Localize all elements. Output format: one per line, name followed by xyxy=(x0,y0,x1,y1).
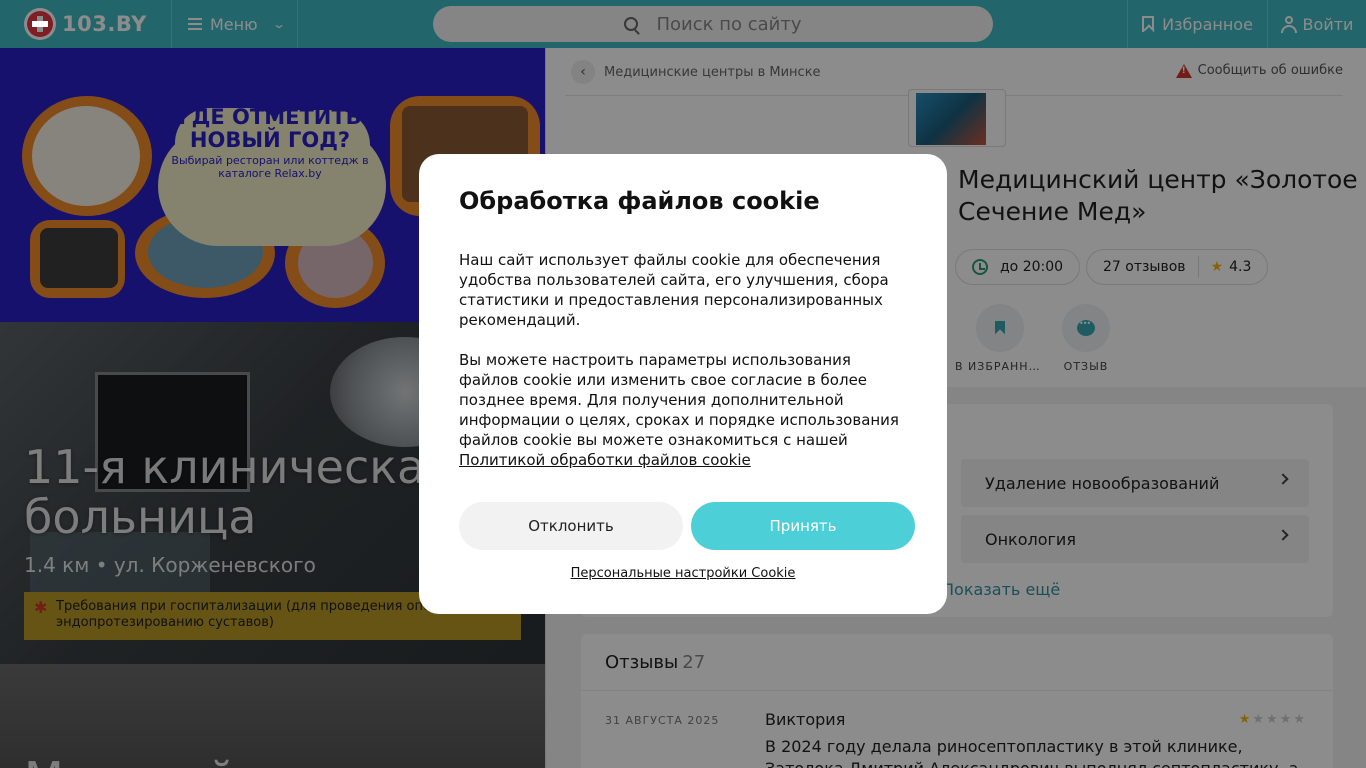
accept-button[interactable]: Принять xyxy=(691,502,915,550)
cookie-dialog-text-body: Вы можете настроить параметры использова… xyxy=(459,351,899,449)
cookie-dialog-text: Наш сайт использует файлы cookie для обе… xyxy=(459,251,889,329)
cookie-settings-link[interactable]: Персональные настройки Cookie xyxy=(419,566,947,581)
cookie-policy-link[interactable]: Политикой обработки файлов cookie xyxy=(459,451,751,469)
cookie-dialog-title: Обработка файлов cookie xyxy=(459,187,820,215)
decline-button[interactable]: Отклонить xyxy=(459,502,683,550)
cookie-dialog-text: Вы можете настроить параметры использова… xyxy=(459,350,914,470)
cookie-dialog: Обработка файлов cookie Наш сайт использ… xyxy=(419,154,947,614)
